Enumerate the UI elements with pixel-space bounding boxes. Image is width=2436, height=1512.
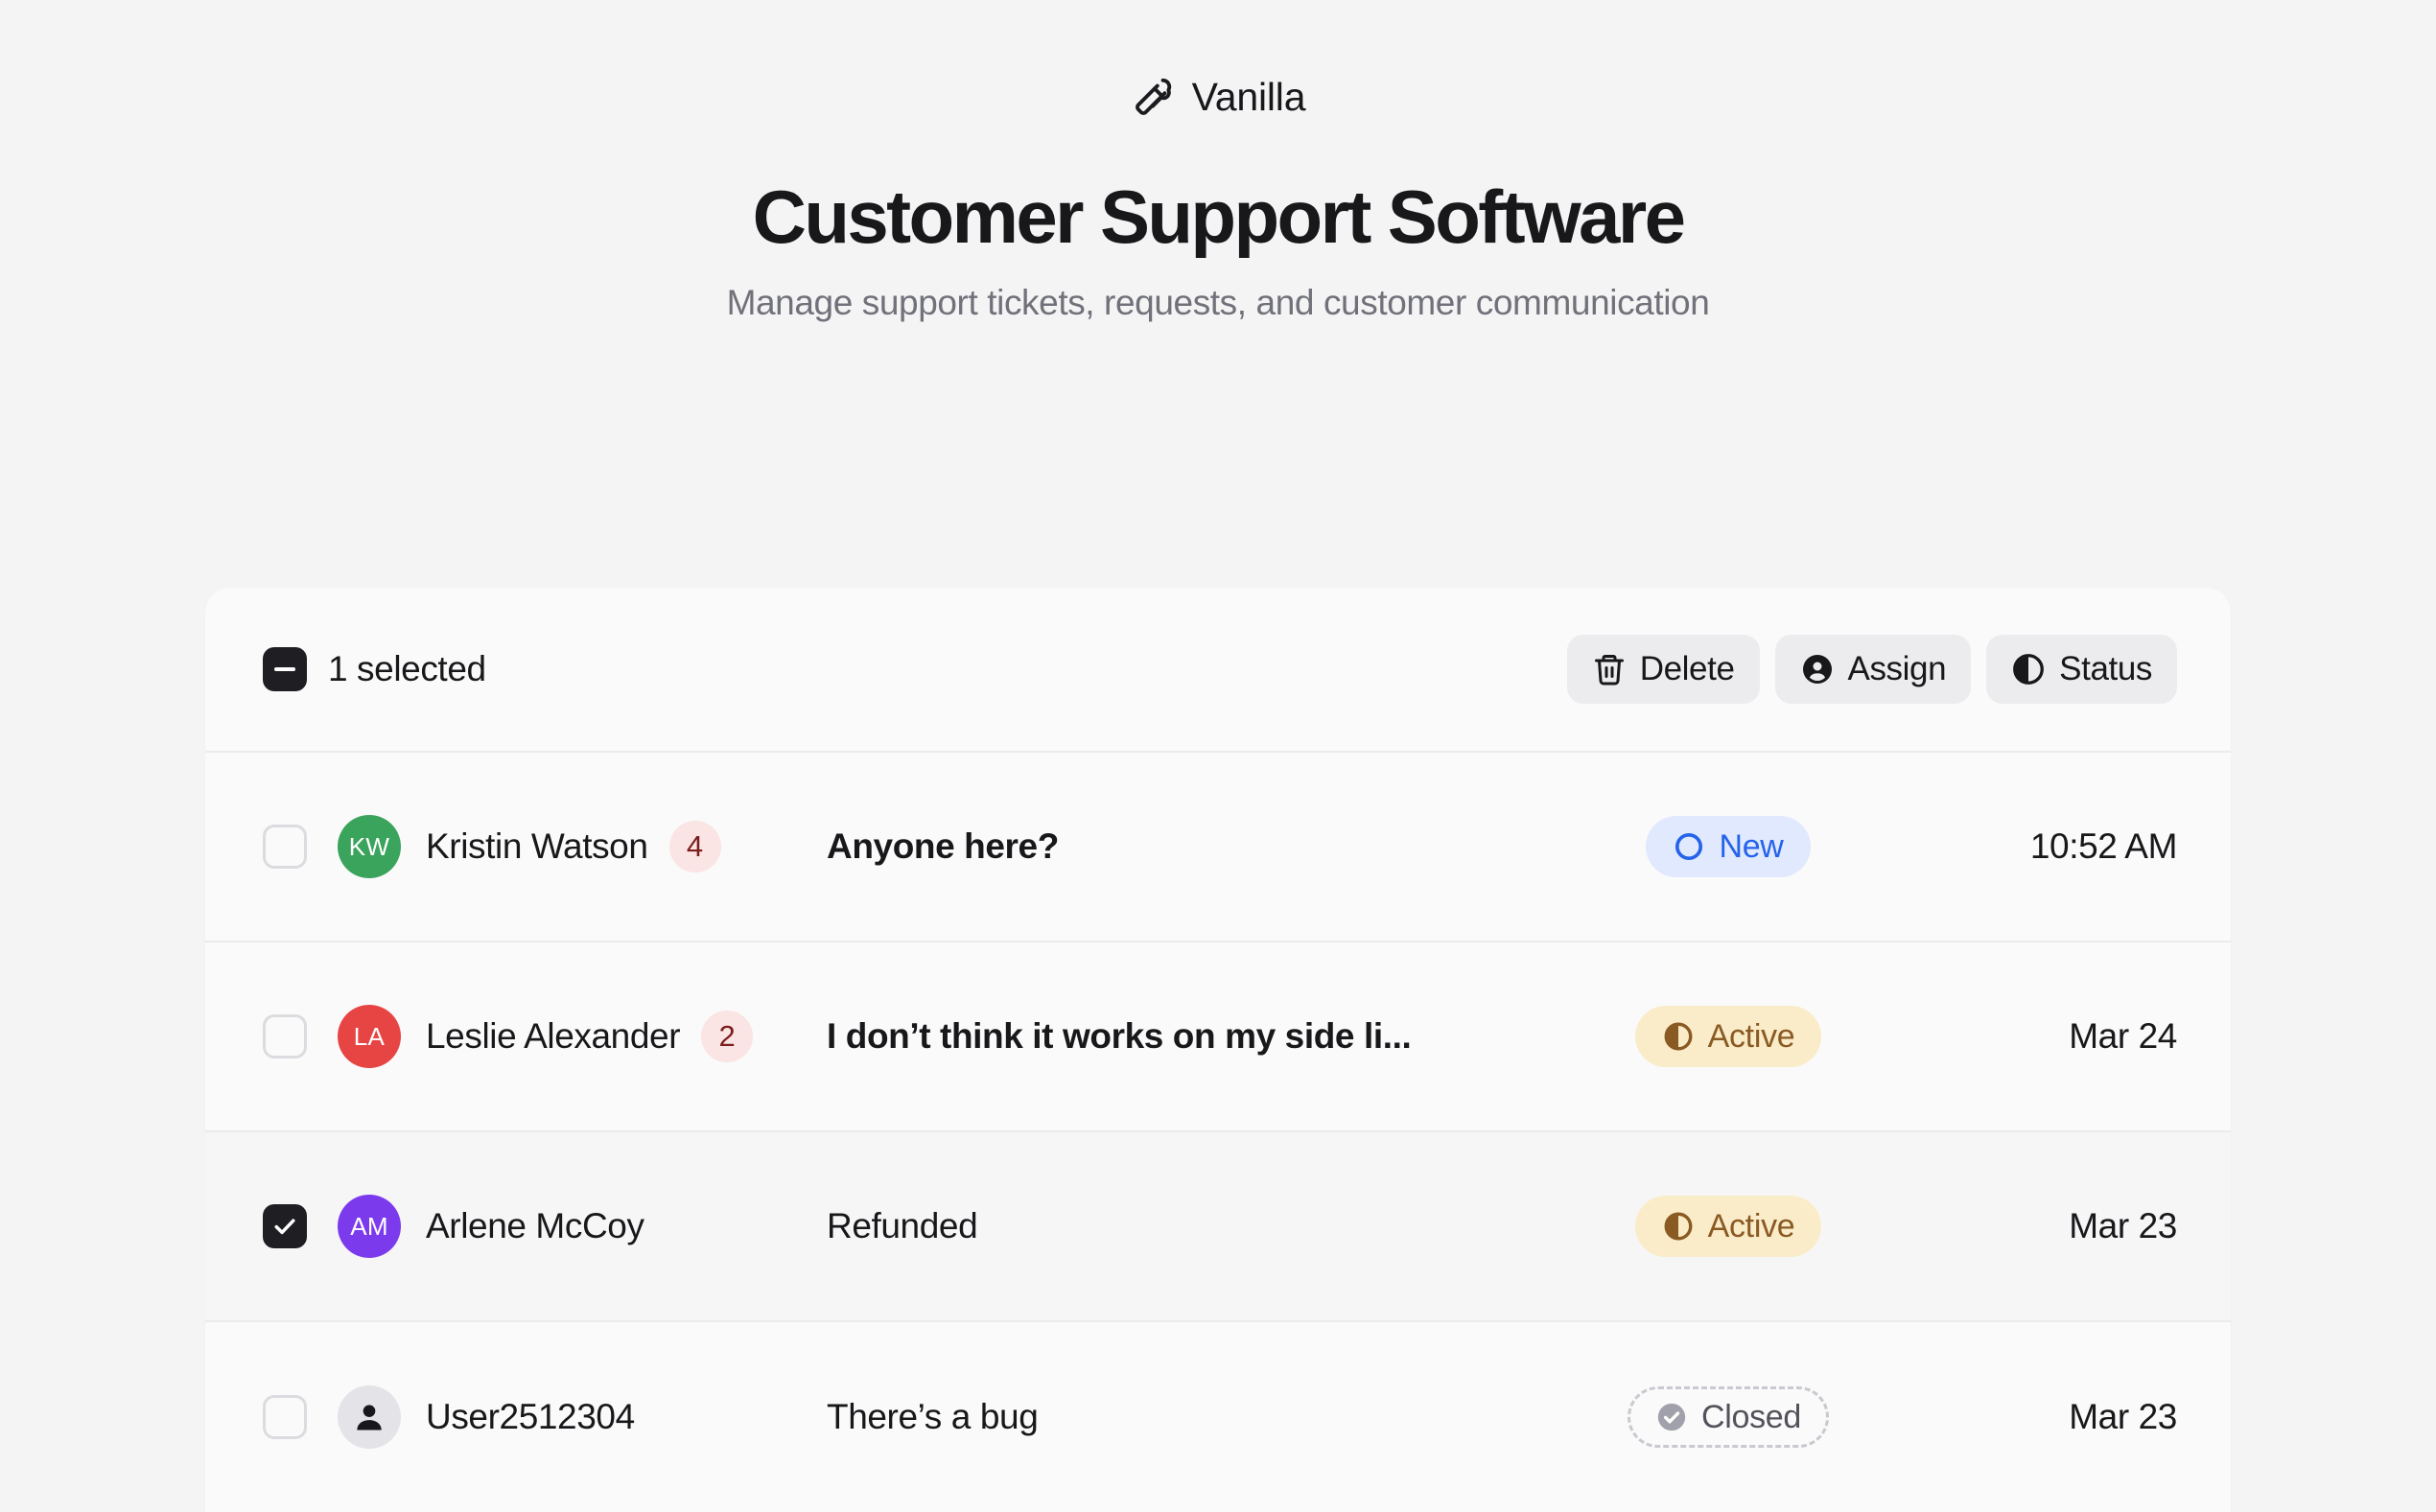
- half-circle-icon: [1662, 1020, 1695, 1053]
- person-icon: [357, 1405, 382, 1431]
- assign-button-label: Assign: [1847, 650, 1947, 687]
- status-badge[interactable]: New: [1646, 816, 1811, 877]
- check-icon: [274, 1219, 295, 1235]
- select-all-checkbox[interactable]: [263, 647, 307, 691]
- status-label: Active: [1707, 1017, 1795, 1055]
- row-checkbox[interactable]: [263, 1014, 307, 1058]
- status-label: Closed: [1700, 1398, 1802, 1435]
- brand-name: Vanilla: [1191, 75, 1306, 119]
- status-label: Active: [1707, 1207, 1795, 1244]
- sender-cell: AM Arlene McCoy: [338, 1195, 827, 1258]
- avatar: [338, 1385, 401, 1449]
- avatar: AM: [338, 1195, 401, 1258]
- check-circle-icon: [1655, 1401, 1688, 1433]
- message-count-badge: 2: [701, 1011, 754, 1062]
- sender-name: Arlene McCoy: [426, 1206, 644, 1245]
- avatar: LA: [338, 1005, 401, 1068]
- table-row[interactable]: KW Kristin Watson 4 Anyone here? New 10:…: [205, 753, 2231, 942]
- circle-outline-icon: [1673, 830, 1705, 863]
- half-circle-icon: [2011, 652, 2046, 686]
- sender-cell: LA Leslie Alexander 2: [338, 1005, 827, 1068]
- message-count-badge: 4: [668, 821, 721, 872]
- status-button[interactable]: Status: [1986, 635, 2177, 704]
- table-row[interactable]: AM Arlene McCoy Refunded Active Mar 23: [205, 1132, 2231, 1322]
- sender-name: Kristin Watson: [426, 826, 648, 866]
- assign-button[interactable]: Assign: [1774, 635, 1972, 704]
- timestamp: Mar 23: [2069, 1206, 2177, 1245]
- table-row[interactable]: LA Leslie Alexander 2 I don’t think it w…: [205, 942, 2231, 1132]
- bulk-actions: Delete Assign Status: [1566, 635, 2177, 704]
- status-label: New: [1719, 827, 1784, 865]
- brand-header: Vanilla: [0, 0, 2436, 120]
- row-checkbox[interactable]: [263, 1204, 307, 1248]
- timestamp: 10:52 AM: [2029, 826, 2178, 866]
- row-checkbox[interactable]: [263, 1395, 307, 1439]
- status-badge[interactable]: Closed: [1627, 1386, 1830, 1448]
- conversation-list: KW Kristin Watson 4 Anyone here? New 10:…: [205, 753, 2231, 1512]
- conversations-card: 1 selected Delete Assign Status KW Krist…: [205, 588, 2231, 1512]
- selection-toolbar: 1 selected Delete Assign Status: [205, 588, 2231, 753]
- delete-button[interactable]: Delete: [1566, 635, 1760, 704]
- user-circle-icon: [1800, 652, 1835, 686]
- trash-icon: [1592, 652, 1627, 686]
- selection-summary: 1 selected: [263, 647, 486, 691]
- page-subtitle: Manage support tickets, requests, and cu…: [726, 283, 1710, 322]
- avatar-initials: KW: [348, 831, 390, 861]
- message-preview: There’s a bug: [827, 1397, 1039, 1436]
- sender-cell: User2512304: [338, 1385, 827, 1449]
- sender-name: User2512304: [426, 1397, 635, 1436]
- message-preview: Anyone here?: [827, 826, 1059, 866]
- status-cell: New: [1527, 816, 1930, 877]
- row-checkbox[interactable]: [263, 825, 307, 869]
- table-row[interactable]: User2512304 There’s a bug Closed Mar 23: [205, 1322, 2231, 1512]
- status-button-label: Status: [2059, 650, 2152, 687]
- message-preview: I don’t think it works on my side li...: [827, 1016, 1412, 1056]
- sender-name: Leslie Alexander: [426, 1016, 681, 1056]
- ice-cream-cone-icon: [1131, 76, 1175, 120]
- page-title: Customer Support Software: [752, 174, 1686, 259]
- selected-count-label: 1 selected: [328, 649, 486, 688]
- avatar: KW: [338, 815, 401, 878]
- message-preview: Refunded: [827, 1206, 978, 1245]
- timestamp: Mar 24: [2069, 1016, 2177, 1056]
- half-circle-icon: [1662, 1210, 1695, 1243]
- delete-button-label: Delete: [1639, 650, 1735, 687]
- sender-cell: KW Kristin Watson 4: [338, 815, 827, 878]
- status-cell: Closed: [1527, 1386, 1930, 1448]
- status-cell: Active: [1527, 1196, 1930, 1257]
- status-badge[interactable]: Active: [1634, 1196, 1822, 1257]
- status-cell: Active: [1527, 1006, 1930, 1067]
- avatar-initials: AM: [350, 1211, 388, 1241]
- timestamp: Mar 23: [2069, 1397, 2177, 1436]
- avatar-initials: LA: [353, 1021, 386, 1051]
- status-badge[interactable]: Active: [1634, 1006, 1822, 1067]
